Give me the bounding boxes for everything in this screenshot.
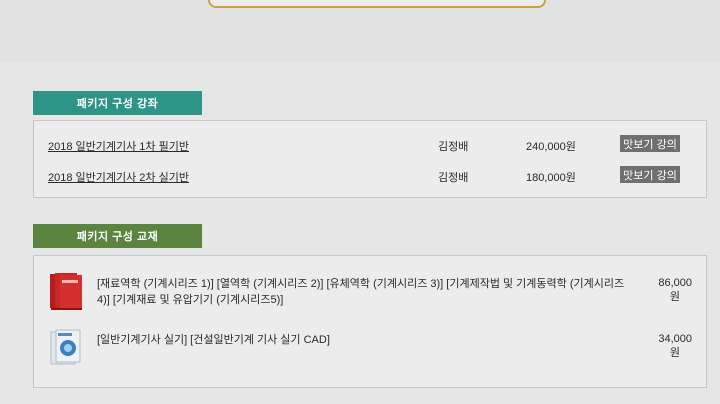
lectures-panel: 2018 일반기계기사 1차 필기반 김정배 240,000원 맛보기 강의 2… <box>33 120 707 198</box>
lecture-row: 2018 일반기계기사 1차 필기반 김정배 240,000원 맛보기 강의 <box>34 135 706 155</box>
section-tab-textbooks: 패키지 구성 교재 <box>33 224 202 248</box>
top-strip <box>0 0 720 62</box>
textbook-row: [일반기계기사 실기] [건설일반기계 기사 실기 CAD] 34,000 원 <box>34 328 706 378</box>
textbook-price: 86,000 원 <box>658 277 692 303</box>
lecture-teacher: 김정배 <box>438 141 469 153</box>
lecture-row: 2018 일반기계기사 2차 실기반 김정배 180,000원 맛보기 강의 <box>34 166 706 186</box>
section-tab-lectures: 패키지 구성 강좌 <box>33 91 202 115</box>
textbook-row: [재료역학 (기계시리즈 1)] [열역학 (기계시리즈 2)] [유체역학 (… <box>34 272 706 322</box>
textbook-price: 34,000 원 <box>658 333 692 359</box>
top-box <box>208 0 546 8</box>
lecture-price: 240,000원 <box>526 141 576 153</box>
lecture-teacher: 김정배 <box>438 172 469 184</box>
lecture-title-link[interactable]: 2018 일반기계기사 2차 실기반 <box>48 169 189 185</box>
lecture-title-link[interactable]: 2018 일반기계기사 1차 필기반 <box>48 138 189 154</box>
preview-lecture-button[interactable]: 맛보기 강의 <box>620 135 680 152</box>
textbook-description: [일반기계기사 실기] [건설일반기계 기사 실기 CAD] <box>97 334 330 346</box>
textbooks-panel: [재료역학 (기계시리즈 1)] [열역학 (기계시리즈 2)] [유체역학 (… <box>33 255 707 388</box>
red-book-set-icon[interactable] <box>48 272 84 312</box>
lecture-price: 180,000원 <box>526 172 576 184</box>
preview-lecture-button[interactable]: 맛보기 강의 <box>620 166 680 183</box>
blue-book-set-icon[interactable] <box>48 328 84 368</box>
textbook-description: [재료역학 (기계시리즈 1)] [열역학 (기계시리즈 2)] [유체역학 (… <box>97 278 625 306</box>
